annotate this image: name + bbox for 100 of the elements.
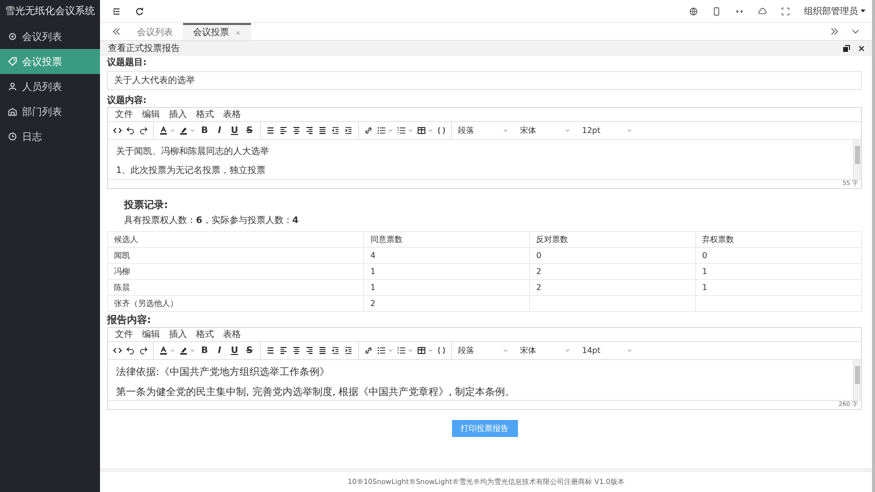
bullet-list-icon[interactable] (377, 126, 386, 135)
bullet-list-icon[interactable] (377, 346, 386, 355)
numbered-list-icon[interactable] (397, 346, 406, 355)
table-cell: 2 (536, 267, 542, 276)
format-button[interactable]: I (214, 126, 225, 136)
format-button[interactable]: U (229, 346, 240, 356)
highlight-icon[interactable] (179, 126, 188, 135)
table-cell: 闻凯 (114, 251, 130, 260)
field-label: 报告内容: (107, 314, 152, 327)
braces-icon[interactable] (437, 346, 446, 355)
table-cell: 陈晨 (114, 283, 130, 292)
table-cell: 1 (370, 267, 376, 276)
align-center-icon[interactable] (292, 126, 301, 135)
chevron-down-icon[interactable] (851, 27, 860, 36)
dropdown[interactable]: 14pt (576, 346, 638, 355)
align-center-icon[interactable] (292, 346, 301, 355)
tab[interactable]: 会议投票 (183, 23, 251, 40)
table-cell: 2 (536, 283, 542, 292)
undo-icon[interactable] (126, 126, 135, 135)
format-button[interactable]: S (244, 346, 255, 356)
dropdown[interactable]: 段落 (452, 345, 514, 356)
table-cell: 0 (702, 251, 708, 260)
table-cell: 2 (370, 299, 376, 308)
text-color-icon[interactable] (159, 126, 168, 135)
table-icon[interactable] (417, 346, 426, 355)
column-header: 反对票数 (530, 232, 696, 248)
double-chevron-right-icon[interactable] (830, 27, 839, 36)
caret-icon (627, 348, 632, 353)
menu-item[interactable]: 表格 (223, 108, 241, 121)
person-icon (8, 82, 17, 91)
align-right-icon[interactable] (305, 346, 314, 355)
format-button[interactable]: I (214, 346, 225, 356)
tag-icon (8, 57, 17, 66)
menu-item[interactable]: 插入 (169, 328, 187, 341)
dropdown[interactable]: 宋体 (514, 345, 576, 356)
align-left-icon[interactable] (279, 126, 288, 135)
restore-icon[interactable] (842, 44, 851, 53)
caret-icon (860, 8, 866, 14)
align-left-icon[interactable] (279, 346, 288, 355)
editor-content[interactable]: 关于闻凯、冯柳和陈晨同志的人大选举 1、此次投票为无记名投票，独立投票 (108, 140, 853, 179)
building-icon (8, 107, 17, 116)
fullscreen-icon[interactable] (781, 6, 790, 16)
numbered-list-icon[interactable] (397, 126, 406, 135)
field-label: 议题题目: (107, 57, 148, 69)
sidebar-item[interactable]: 人员列表 (0, 74, 100, 99)
menu-item[interactable]: 编辑 (142, 328, 160, 341)
topic-field[interactable]: 关于人大代表的选举 (107, 71, 862, 90)
redo-icon[interactable] (139, 346, 148, 355)
code-icon[interactable] (113, 346, 122, 355)
format-button[interactable]: U (229, 126, 240, 136)
caret-icon (565, 348, 570, 353)
table-cell: 0 (536, 251, 542, 260)
scrollbar[interactable] (853, 140, 861, 179)
sidebar-item[interactable]: 会议列表 (0, 24, 100, 49)
format-button[interactable]: S (244, 126, 255, 136)
braces-icon[interactable] (437, 126, 446, 135)
menu-item[interactable]: 格式 (196, 328, 214, 341)
table-cell: 张齐（另选他人） (114, 299, 178, 308)
dropdown[interactable]: 12pt (576, 126, 638, 135)
scrollbar[interactable] (853, 360, 861, 400)
highlight-icon[interactable] (179, 346, 188, 355)
table-cell: 4 (370, 251, 376, 260)
tab[interactable]: 会议列表 (127, 23, 183, 40)
justify-icon[interactable] (318, 346, 327, 355)
format-button[interactable]: B (199, 126, 210, 136)
refresh-icon[interactable] (135, 6, 144, 16)
menu-item[interactable]: 插入 (169, 108, 187, 121)
menu-item[interactable]: 文件 (115, 328, 133, 341)
menu-item[interactable]: 格式 (196, 108, 214, 121)
indent-icon[interactable] (344, 346, 353, 355)
undo-icon[interactable] (126, 346, 135, 355)
close-icon[interactable] (857, 44, 866, 53)
menu-item[interactable]: 文件 (115, 108, 133, 121)
table-cell: 1 (702, 283, 708, 292)
align-right-icon[interactable] (305, 126, 314, 135)
outdent-icon[interactable] (331, 126, 340, 135)
format-button[interactable]: B (199, 346, 210, 356)
justify-icon[interactable] (318, 126, 327, 135)
column-header: 候选人 (108, 232, 364, 248)
double-chevron-left-icon[interactable] (112, 27, 121, 36)
indent-icon[interactable] (344, 126, 353, 135)
user-menu[interactable]: 组织部管理员 (804, 4, 866, 18)
sidebar-item[interactable]: 日志 (0, 124, 100, 149)
menu-item[interactable]: 编辑 (142, 108, 160, 121)
menu-icon[interactable] (112, 6, 121, 16)
table-icon[interactable] (417, 126, 426, 135)
code-icon[interactable] (113, 126, 122, 135)
outdent-icon[interactable] (331, 346, 340, 355)
column-header: 同意票数 (364, 232, 530, 248)
tablet-icon[interactable] (712, 6, 721, 16)
cloud-icon[interactable] (758, 6, 767, 16)
sidebar-item[interactable]: 部门列表 (0, 99, 100, 124)
editor-content[interactable]: 法律依据:《中国共产党地方组织选举工作条例》 第一条为健全党的民主集中制, 完善党内选举制度, 根据《中国共产党章程》, 制定本条例。 (108, 360, 853, 400)
caret-icon (503, 348, 508, 353)
text-color-icon[interactable] (159, 346, 168, 355)
globe-icon[interactable] (689, 6, 698, 16)
menu-item[interactable]: 表格 (223, 328, 241, 341)
redo-icon[interactable] (139, 126, 148, 135)
dropdown[interactable]: 段落 (452, 125, 514, 136)
dropdown[interactable]: 宋体 (514, 125, 576, 136)
